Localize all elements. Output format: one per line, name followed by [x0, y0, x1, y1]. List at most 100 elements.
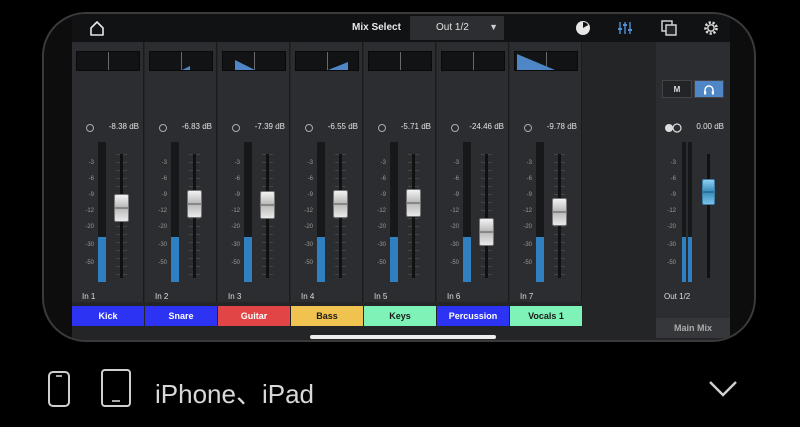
- pan-control[interactable]: [441, 51, 505, 71]
- scale-tick-label: -30: [231, 242, 240, 248]
- channel-name[interactable]: Vocals 1: [510, 306, 582, 326]
- scale-tick-label: -50: [231, 260, 240, 266]
- pan-control[interactable]: [295, 51, 359, 71]
- headphones-icon: [704, 85, 714, 95]
- channel-fader[interactable]: [114, 194, 129, 223]
- solo-toggle[interactable]: [232, 124, 240, 132]
- channel-name[interactable]: Guitar: [218, 306, 290, 326]
- scale-tick-label: -9: [526, 192, 532, 198]
- channel-fader[interactable]: [406, 188, 421, 217]
- meter-fill: [536, 237, 544, 282]
- channel-name[interactable]: Snare: [145, 306, 217, 326]
- channel-fader[interactable]: [479, 218, 494, 247]
- scale-tick-label: -30: [85, 242, 94, 248]
- master-output-label: Out 1/2: [664, 292, 691, 301]
- scale-tick-label: -20: [667, 224, 676, 230]
- channel-name[interactable]: Kick: [72, 306, 144, 326]
- master-meter-right: [688, 142, 692, 282]
- scale-tick-label: -9: [670, 192, 676, 198]
- master-fader-track: [707, 154, 710, 278]
- level-meter: [463, 142, 471, 282]
- channel-name[interactable]: Keys: [364, 306, 436, 326]
- channel-fader[interactable]: [552, 198, 567, 227]
- master-db-value: 0.00 dB: [696, 122, 724, 131]
- tablet-icon[interactable]: [100, 368, 132, 408]
- solo-toggle[interactable]: [378, 124, 386, 132]
- scale-tick-label: -6: [307, 176, 313, 182]
- scale-tick-label: -30: [304, 242, 313, 248]
- mix-select-label: Mix Select: [352, 22, 401, 33]
- scale-tick-label: -20: [158, 224, 167, 230]
- solo-toggle[interactable]: [86, 124, 94, 132]
- home-indicator: [310, 335, 496, 339]
- knob-icon[interactable]: [574, 19, 592, 37]
- scale-tick-label: -9: [307, 192, 313, 198]
- scale-tick-label: -30: [450, 242, 459, 248]
- mute-button[interactable]: M: [662, 80, 692, 98]
- meter-fill: [688, 237, 692, 282]
- scale-tick-label: -20: [450, 224, 459, 230]
- channel-fader[interactable]: [187, 190, 202, 219]
- meter-fill: [171, 237, 179, 282]
- meter-fill: [463, 237, 471, 282]
- scale-tick-label: -12: [85, 208, 94, 214]
- scale-tick-label: -12: [450, 208, 459, 214]
- master-fader[interactable]: [702, 178, 715, 205]
- solo-toggle[interactable]: [524, 124, 532, 132]
- scale-tick-label: -30: [667, 242, 676, 248]
- master-strip: M 0.00 dB -3 -6 -9 -12 -20 -30 -50 Out 1/2 Mai…: [656, 42, 730, 338]
- channel-db-value: -5.71 dB: [400, 122, 431, 131]
- channel-input-label: In 2: [155, 292, 169, 301]
- channel-name[interactable]: Bass: [291, 306, 363, 326]
- scale-tick-label: -9: [161, 192, 167, 198]
- channel-db-value: -7.39 dB: [254, 122, 285, 131]
- scale-tick-label: -6: [161, 176, 167, 182]
- gear-icon[interactable]: [702, 19, 720, 37]
- scale-tick-label: -6: [88, 176, 94, 182]
- channel-strip: -9.78 dB -3 -6 -9 -12 -20 -30 -50 In 7 Vocals …: [510, 42, 582, 326]
- scale-tick-label: -12: [667, 208, 676, 214]
- solo-toggle[interactable]: [159, 124, 167, 132]
- scale-tick-label: -6: [234, 176, 240, 182]
- channel-name[interactable]: Percussion: [437, 306, 509, 326]
- pan-control[interactable]: [514, 51, 578, 71]
- channel-db-value: -6.55 dB: [327, 122, 358, 131]
- output-select[interactable]: Out 1/2 ▼: [410, 16, 504, 40]
- level-meter: [390, 142, 398, 282]
- solo-toggle[interactable]: [451, 124, 459, 132]
- scale-tick-label: -50: [158, 260, 167, 266]
- meter-fill: [682, 237, 686, 282]
- channel-fader[interactable]: [260, 191, 275, 220]
- headphones-button[interactable]: [694, 80, 724, 98]
- scale-tick-label: -20: [377, 224, 386, 230]
- scale-tick-label: -50: [523, 260, 532, 266]
- scale-tick-label: -3: [670, 160, 676, 166]
- scale-tick-label: -30: [158, 242, 167, 248]
- channel-fader[interactable]: [333, 190, 348, 219]
- scale-tick-label: -50: [377, 260, 386, 266]
- scale-tick-label: -12: [231, 208, 240, 214]
- scale-tick-label: -30: [377, 242, 386, 248]
- pan-control[interactable]: [368, 51, 432, 71]
- output-select-value: Out 1/2: [436, 22, 469, 33]
- chevron-down-icon[interactable]: [707, 378, 739, 400]
- copy-icon[interactable]: [660, 19, 678, 37]
- scale-tick-label: -3: [234, 160, 240, 166]
- scale-tick-label: -3: [453, 160, 459, 166]
- channel-db-value: -9.78 dB: [546, 122, 577, 131]
- pan-control[interactable]: [76, 51, 140, 71]
- pan-control[interactable]: [222, 51, 286, 71]
- home-icon[interactable]: [88, 19, 106, 37]
- link-icon[interactable]: [664, 123, 682, 133]
- master-meter-left: [682, 142, 686, 282]
- channel-input-label: In 3: [228, 292, 242, 301]
- phone-icon[interactable]: [47, 370, 71, 408]
- level-meter: [244, 142, 252, 282]
- level-meter: [171, 142, 179, 282]
- scale-tick-label: -9: [88, 192, 94, 198]
- solo-toggle[interactable]: [305, 124, 313, 132]
- channel-strip: -6.83 dB -3 -6 -9 -12 -20 -30 -50 In 2 Snare: [145, 42, 217, 326]
- main-mix-label[interactable]: Main Mix: [656, 318, 730, 338]
- faders-icon[interactable]: [616, 19, 634, 37]
- pan-control[interactable]: [149, 51, 213, 71]
